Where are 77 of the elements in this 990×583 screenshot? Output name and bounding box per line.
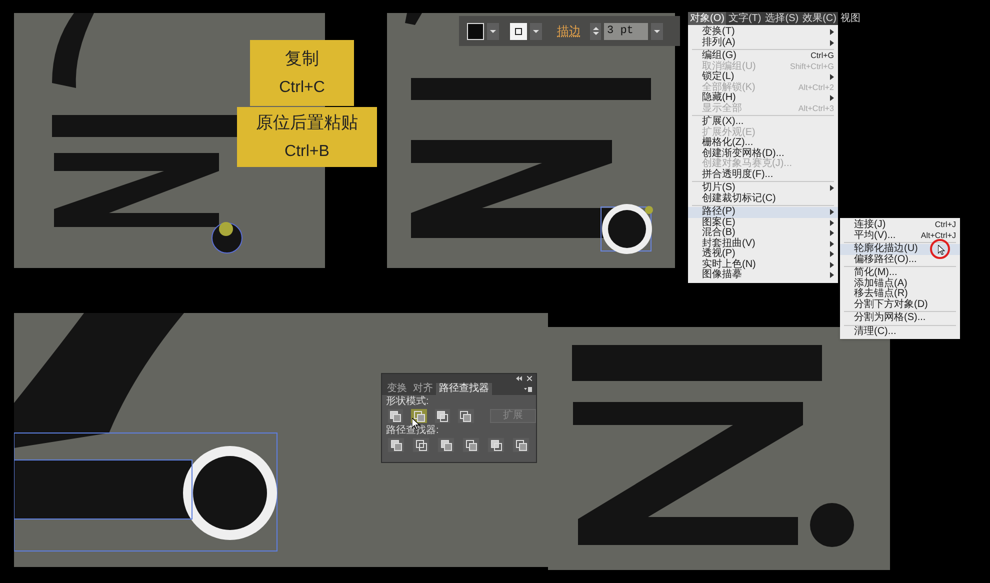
stroke-tip — [405, 13, 422, 25]
menu-item[interactable]: 切片(S) — [688, 183, 838, 194]
squares-icon — [390, 410, 402, 422]
menu-item[interactable]: 扩展(X)... — [688, 117, 838, 128]
menu-item[interactable]: 封套扭曲(V) — [688, 238, 838, 249]
submenu-arrow-icon — [830, 185, 834, 192]
menu-item[interactable]: 创建渐变网格(D)... — [688, 148, 838, 159]
squares-icon — [466, 440, 476, 450]
fill-swatch[interactable] — [467, 22, 484, 40]
pathfinder-button[interactable] — [463, 438, 479, 452]
card-title: 原位后置粘贴 — [256, 112, 358, 134]
squares-icon — [460, 410, 472, 422]
pathfinder-button[interactable] — [413, 438, 429, 452]
card-title: 复制 — [285, 48, 319, 70]
menu-item[interactable]: 分割下方对象(D) — [840, 300, 960, 310]
close-icon[interactable] — [527, 376, 532, 381]
dropdown-button[interactable] — [530, 22, 542, 40]
panel-tab[interactable]: 对齐 — [410, 383, 436, 395]
squares-icon — [390, 440, 402, 450]
squares-icon — [437, 410, 448, 422]
squares-icon — [416, 440, 426, 450]
submenu-arrow-icon — [830, 95, 834, 102]
menu-item[interactable]: 混合(B) — [688, 228, 838, 238]
pathfinder-button[interactable] — [438, 438, 454, 452]
panel-menu-icon[interactable] — [524, 387, 532, 392]
menu-item[interactable]: 添加锚点(A) — [840, 278, 960, 289]
menu-item[interactable]: 分割为网格(S)... — [840, 313, 960, 324]
menu-item[interactable]: 移去锚点(R) — [840, 289, 960, 300]
anchor-handle — [219, 222, 233, 236]
menu-item[interactable]: 轮廓化描边(U) — [840, 244, 960, 254]
submenu-arrow-icon — [830, 74, 834, 80]
menu-item[interactable]: 编组(G) Ctrl+G — [688, 51, 838, 62]
menu-item[interactable]: 透视(P) — [688, 249, 838, 260]
menu-bar-item[interactable]: 选择(S) — [763, 12, 801, 25]
menu-item[interactable]: 变换(T) — [688, 27, 838, 38]
squares-icon — [516, 440, 526, 450]
stroke-link[interactable]: 描边 — [557, 22, 581, 40]
menu-bar-item[interactable]: 视图 — [838, 12, 862, 25]
cursor-icon — [938, 245, 945, 255]
stroke-swatch[interactable] — [510, 22, 527, 40]
menu-item[interactable]: 简化(M)... — [840, 268, 960, 278]
ringed-dot-drawing — [600, 204, 653, 254]
menu-bar-item[interactable]: 文字(T) — [726, 12, 764, 25]
menu-item[interactable]: 创建裁切标记(C) — [688, 194, 838, 204]
menu-bar-item[interactable]: 对象(O) — [688, 12, 726, 25]
shape-mode-button[interactable] — [411, 409, 427, 423]
menu-item[interactable]: 图像描摹 — [688, 270, 838, 280]
shortcut-text: Ctrl+B — [284, 142, 330, 162]
menu-item[interactable]: 拼合透明度(F)... — [688, 170, 838, 180]
panel-tab[interactable]: 变换 — [384, 383, 410, 395]
menu-item[interactable]: 路径(P) — [688, 207, 838, 218]
spinner-button[interactable] — [590, 22, 601, 40]
squares-icon — [490, 440, 502, 450]
menu-bar-item[interactable]: 效果(C) — [800, 12, 838, 25]
stroke-weight-field[interactable]: 3 pt — [604, 22, 648, 40]
menu-item[interactable]: 偏移路径(O)... — [840, 254, 960, 265]
menu-item[interactable]: 平均(V)... Alt+Ctrl+J — [840, 230, 960, 241]
collapse-icon[interactable] — [516, 376, 522, 381]
pathfinder-button[interactable] — [488, 438, 504, 452]
squares-icon — [414, 410, 425, 422]
dropdown-button[interactable] — [487, 22, 499, 40]
shape-mode-button[interactable] — [388, 409, 404, 423]
menu-item[interactable]: 隐藏(H) — [688, 93, 838, 104]
pathfinder-button[interactable] — [513, 438, 529, 452]
shape-mode-button[interactable] — [434, 409, 450, 423]
menu-item[interactable]: 清理(C)... — [840, 326, 960, 337]
dropdown-button[interactable] — [651, 22, 663, 40]
panel-tab[interactable]: 路径查找器 — [436, 383, 492, 395]
menu-item[interactable]: 栅格化(Z)... — [688, 138, 838, 148]
menu-item[interactable]: 连接(J) Ctrl+J — [840, 220, 960, 230]
menu-item[interactable]: 锁定(L) — [688, 72, 838, 82]
shortcut-text: Ctrl+C — [279, 78, 325, 98]
pathfinder-button[interactable] — [388, 438, 404, 452]
menu-item[interactable]: 图案(E) — [688, 218, 838, 228]
section-label: 形状模式: — [385, 396, 430, 408]
squares-icon — [440, 440, 452, 450]
menu-item[interactable]: 实时上色(N) — [688, 260, 838, 270]
